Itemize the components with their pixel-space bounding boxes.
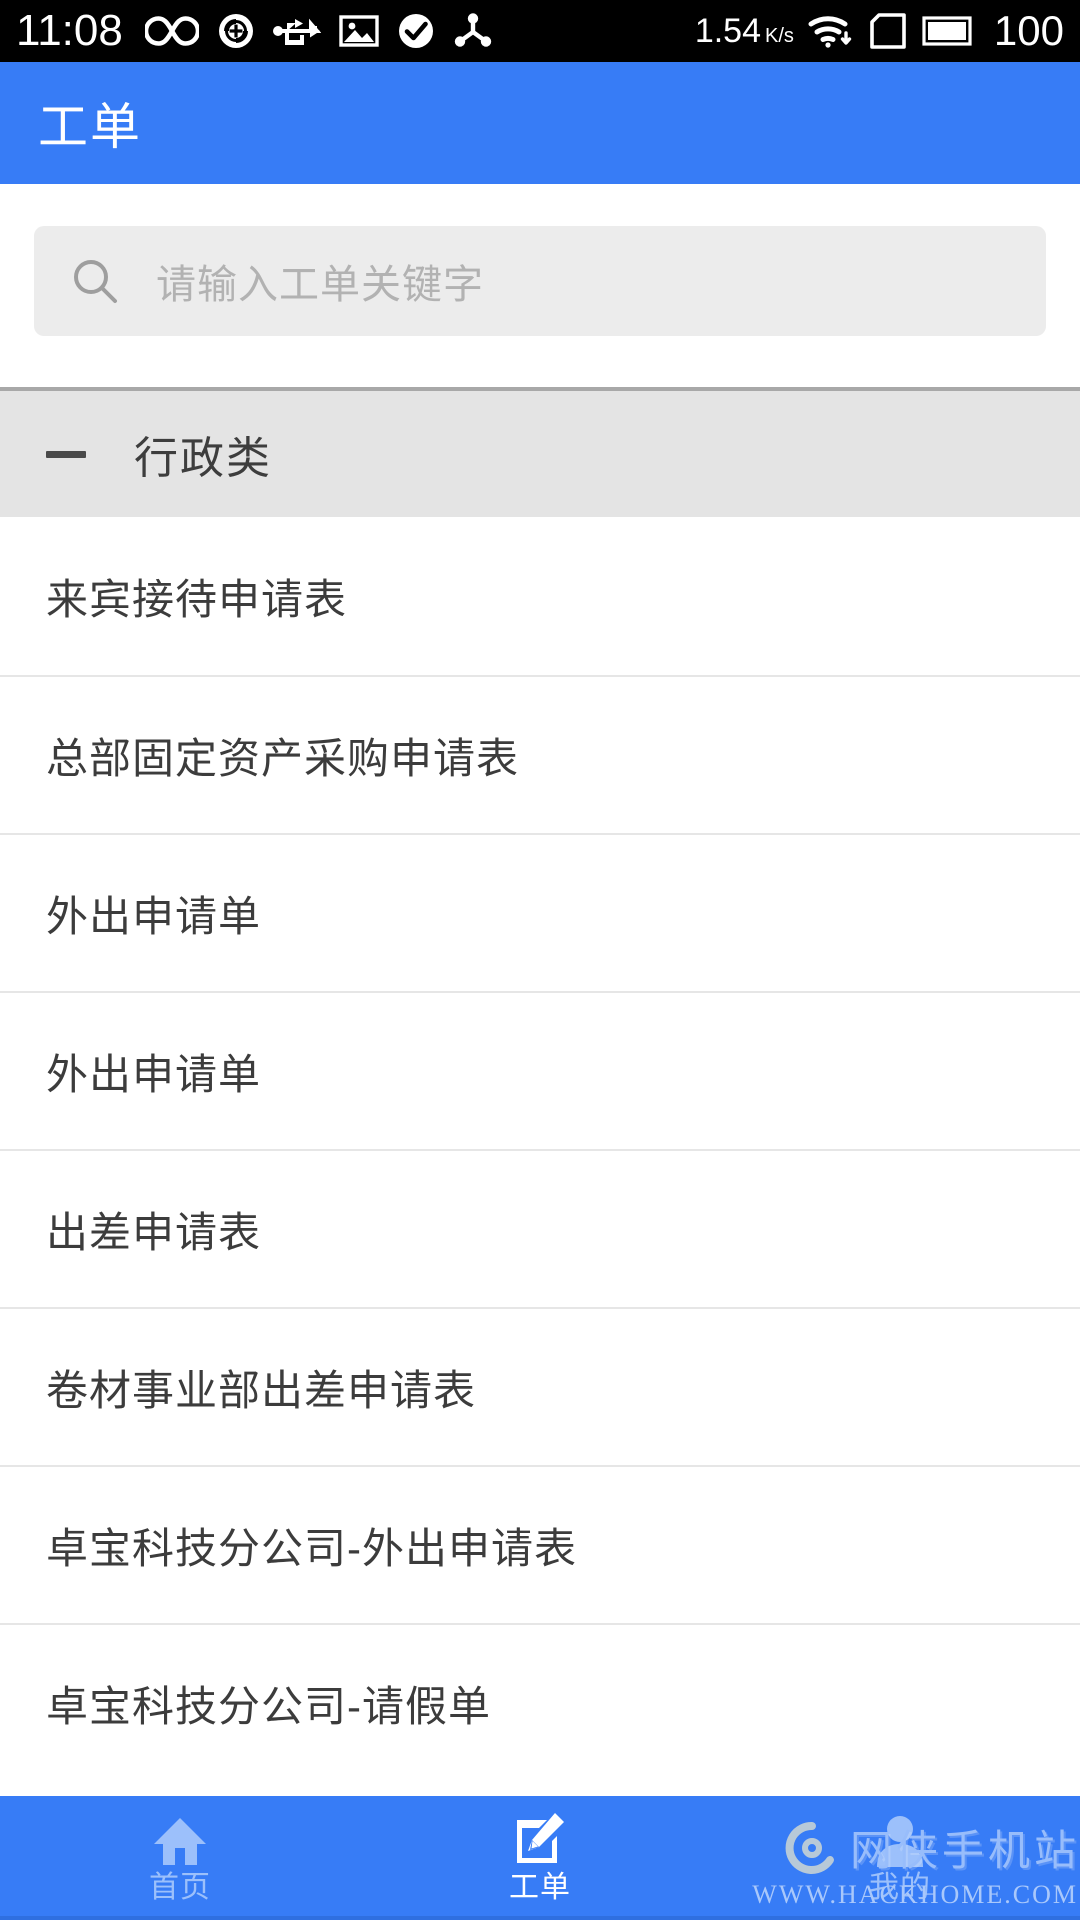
network-speed-unit: K/s bbox=[765, 24, 794, 47]
nav-label-mine: 我的 bbox=[869, 1871, 931, 1904]
list-item[interactable]: 外出申请单 bbox=[0, 833, 1080, 991]
network-speed-value: 1.54 bbox=[694, 11, 762, 50]
list-item-label: 卓宝科技分公司-请假单 bbox=[46, 1682, 491, 1730]
share-nodes-icon bbox=[454, 13, 492, 47]
bottom-navigation: 首页 工单 我的 网侠手机站 WWW.HACKHOME.COM bbox=[0, 1796, 1080, 1920]
minus-icon[interactable] bbox=[46, 450, 86, 458]
sim-card-icon bbox=[870, 13, 906, 49]
list-item[interactable]: 外出申请单 bbox=[0, 991, 1080, 1149]
gallery-icon bbox=[339, 15, 379, 47]
list-item[interactable]: 卓宝科技分公司-外出申请表 bbox=[0, 1465, 1080, 1623]
search-icon bbox=[74, 260, 117, 303]
nav-item-home[interactable]: 首页 bbox=[0, 1796, 360, 1916]
list-item-label: 卓宝科技分公司-外出申请表 bbox=[46, 1524, 577, 1572]
nav-item-workorder[interactable]: 工单 bbox=[360, 1796, 720, 1916]
home-icon bbox=[151, 1809, 209, 1867]
list-item-label: 出差申请表 bbox=[46, 1208, 262, 1256]
search-placeholder: 请输入工单关键字 bbox=[156, 263, 484, 307]
status-right-icons: 1.54 K/s 100 bbox=[695, 7, 1064, 55]
list-item-label: 外出申请单 bbox=[46, 892, 262, 940]
wifi-download-icon bbox=[808, 16, 852, 48]
work-order-list: 来宾接待申请表 总部固定资产采购申请表 外出申请单 外出申请单 出差申请表 卷材… bbox=[0, 517, 1080, 1781]
list-item[interactable]: 卓宝科技分公司-请假单 bbox=[0, 1623, 1080, 1781]
list-item[interactable]: 卷材事业部出差申请表 bbox=[0, 1307, 1080, 1465]
content-bottom-strip bbox=[360, 1768, 722, 1796]
category-group-label: 行政类 bbox=[134, 434, 272, 483]
nav-label-workorder: 工单 bbox=[509, 1871, 571, 1904]
category-group-header[interactable]: 行政类 bbox=[0, 387, 1080, 517]
list-item[interactable]: 出差申请表 bbox=[0, 1149, 1080, 1307]
battery-percent: 100 bbox=[993, 7, 1064, 54]
sync-plus-icon bbox=[218, 14, 253, 48]
list-item-label: 卷材事业部出差申请表 bbox=[46, 1366, 477, 1414]
nav-item-mine[interactable]: 我的 bbox=[720, 1796, 1080, 1916]
status-bar: 11:08 1.54 K/s 100 bbox=[0, 0, 1080, 62]
list-item[interactable]: 来宾接待申请表 bbox=[0, 517, 1080, 675]
phone-screen: 11:08 1.54 K/s 100 工单 请输入工单关键字 行政类 来宾接待申… bbox=[0, 0, 1080, 1920]
list-item[interactable]: 总部固定资产采购申请表 bbox=[0, 675, 1080, 833]
status-clock: 11:08 bbox=[16, 6, 123, 55]
page-title: 工单 bbox=[38, 99, 142, 155]
infinity-icon bbox=[144, 16, 199, 46]
network-speed: 1.54 K/s bbox=[695, 12, 794, 51]
list-item-label: 外出申请单 bbox=[46, 1050, 262, 1098]
app-header: 工单 bbox=[0, 62, 1080, 184]
edit-note-icon bbox=[511, 1809, 569, 1867]
battery-icon bbox=[922, 16, 972, 46]
search-input[interactable]: 请输入工单关键字 bbox=[34, 226, 1046, 336]
list-item-label: 总部固定资产采购申请表 bbox=[46, 734, 520, 782]
usb-icon bbox=[272, 18, 321, 45]
check-circle-icon bbox=[398, 14, 433, 48]
search-section: 请输入工单关键字 bbox=[0, 184, 1080, 387]
status-left-icons bbox=[144, 12, 493, 50]
list-item-label: 来宾接待申请表 bbox=[46, 575, 348, 623]
person-icon bbox=[873, 1809, 927, 1867]
nav-label-home: 首页 bbox=[149, 1871, 211, 1904]
